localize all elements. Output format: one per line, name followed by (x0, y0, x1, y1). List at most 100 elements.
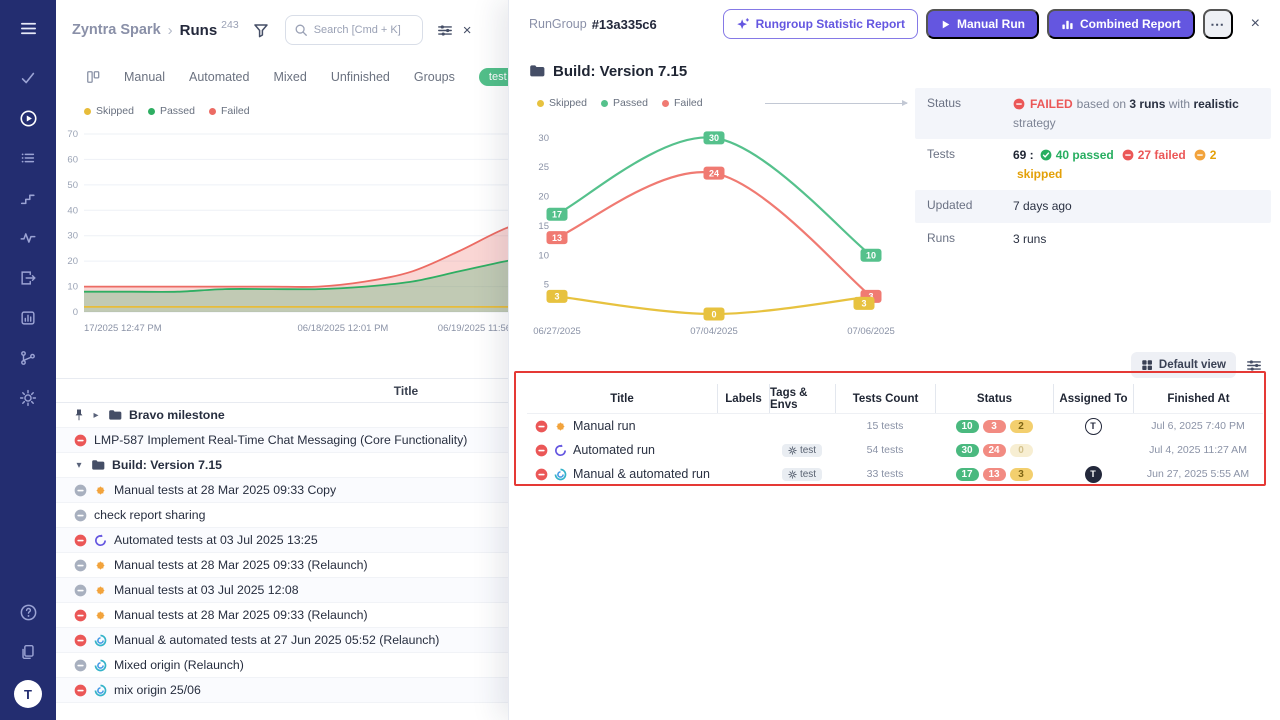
user-avatar-label: T (24, 687, 32, 702)
summary-updated-row: Updated 7 days ago (915, 190, 1271, 223)
column-header: Title (527, 384, 717, 413)
nav-documents-icon[interactable] (10, 634, 46, 670)
svg-text:3: 3 (554, 292, 559, 302)
user-avatar[interactable]: T (14, 680, 42, 708)
search-input[interactable] (314, 24, 414, 36)
svg-text:30: 30 (709, 133, 719, 143)
svg-text:15: 15 (538, 221, 549, 232)
svg-text:70: 70 (67, 129, 78, 140)
nav-help-icon[interactable] (10, 594, 46, 630)
run-title-link[interactable]: Automated run (573, 443, 655, 457)
panel-close-icon[interactable]: × (463, 22, 472, 39)
run-table-row[interactable]: Manual run15 tests1032TJul 6, 2025 7:40 … (527, 414, 1263, 438)
tests-count: 33 tests (835, 468, 935, 480)
finished-at: Jul 6, 2025 7:40 PM (1133, 420, 1263, 432)
runs-value: 3 runs (1013, 230, 1046, 249)
tests-label: Tests (927, 146, 1013, 183)
status-text: based on (1077, 97, 1126, 111)
summary-status-row: Status FAILEDbased on 3 runs with realis… (915, 88, 1271, 139)
tabs-view-icon[interactable] (86, 70, 100, 84)
nav-menu-icon[interactable] (10, 10, 46, 46)
nav-export-icon[interactable] (10, 260, 46, 296)
tests-passed: 40 passed (1056, 148, 1114, 162)
play-icon (940, 19, 951, 30)
legend-dot (662, 100, 669, 107)
run-type-automated-icon (94, 534, 107, 547)
badge-failed: 3 (983, 420, 1006, 433)
caret-right-icon[interactable]: ▸ (91, 410, 101, 421)
search-box[interactable] (285, 15, 423, 45)
tab-groups[interactable]: Groups (414, 70, 455, 84)
status-value: FAILEDbased on 3 runs with realistic str… (1013, 95, 1259, 132)
status-aborted-icon (74, 509, 87, 522)
legend-dot (601, 100, 608, 107)
nav-settings-icon[interactable] (10, 380, 46, 416)
run-title-link[interactable]: Manual run (573, 419, 636, 433)
rungroup-title: Build: Version 7.15 (553, 63, 687, 80)
run-type-mixed-icon (94, 659, 107, 672)
runs-label: Runs (927, 230, 1013, 249)
status-failed-icon (74, 684, 87, 697)
svg-text:30: 30 (67, 231, 78, 242)
column-header: Status (935, 384, 1053, 413)
panel-settings-icon[interactable] (437, 23, 453, 38)
nav-runs-icon[interactable] (10, 100, 46, 136)
legend-passed: Passed (601, 97, 648, 109)
nav-integrations-icon[interactable] (10, 340, 46, 376)
drawer-close-icon[interactable]: × (1247, 11, 1264, 37)
svg-text:40: 40 (67, 205, 78, 216)
badge-skipped: 3 (1010, 468, 1033, 481)
status-failed-text: FAILED (1030, 97, 1073, 111)
manual-run-button[interactable]: Manual Run (926, 9, 1039, 39)
nav-test-cases-icon[interactable] (10, 60, 46, 96)
badge-failed: 13 (983, 468, 1006, 481)
run-type-manual-icon (94, 609, 107, 622)
legend-dot (84, 108, 91, 115)
rungroup-chart-legend: SkippedPassedFailed (529, 96, 907, 110)
run-type-mixed-icon (554, 468, 567, 481)
failed-minus-icon (1122, 149, 1134, 161)
svg-text:0: 0 (711, 309, 716, 319)
nav-defects-icon[interactable] (10, 140, 46, 176)
run-title-link[interactable]: Manual & automated run (573, 467, 710, 481)
assignee-cell: T (1053, 418, 1133, 435)
run-table-row[interactable]: Automated runtest54 tests30240Jul 4, 202… (527, 438, 1263, 462)
rungroup-chart-block: SkippedPassedFailed 30252015105173010132… (529, 86, 907, 344)
manual-run-label: Manual Run (957, 17, 1025, 31)
breadcrumb-project[interactable]: Zyntra Spark (72, 22, 161, 38)
nav-activity-icon[interactable] (10, 220, 46, 256)
default-view-button[interactable]: Default view (1131, 352, 1236, 378)
folder-icon (108, 409, 122, 421)
tab-unfinished[interactable]: Unfinished (331, 70, 390, 84)
nav-milestones-icon[interactable] (10, 180, 46, 216)
search-icon (294, 23, 308, 37)
tag-badge: test (782, 444, 822, 457)
rungroup-statistic-report-button[interactable]: Rungroup Statistic Report (723, 9, 918, 39)
status-failed-icon (535, 468, 548, 481)
svg-text:06/27/2025: 06/27/2025 (533, 326, 581, 337)
status-text: with (1169, 97, 1190, 111)
table-settings-icon[interactable] (1246, 358, 1262, 373)
svg-text:13: 13 (552, 233, 562, 243)
nav-reports-icon[interactable] (10, 300, 46, 336)
svg-text:24: 24 (709, 168, 719, 178)
badge-skipped: 2 (1010, 420, 1033, 433)
svg-text:07/04/2025: 07/04/2025 (690, 326, 738, 337)
run-table-row[interactable]: Manual & automated runtest33 tests17133T… (527, 462, 1263, 486)
table-view-controls: Default view (527, 352, 1262, 378)
run-type-manual-icon (94, 584, 107, 597)
combined-report-button[interactable]: Combined Report (1047, 9, 1195, 39)
runs-table-body: Manual run15 tests1032TJul 6, 2025 7:40 … (527, 414, 1263, 486)
badge-passed: 17 (956, 468, 979, 481)
more-actions-button[interactable]: ⋯ (1203, 9, 1233, 39)
column-header: Finished At (1133, 384, 1263, 413)
breadcrumb-page[interactable]: Runs (180, 22, 218, 39)
tab-manual[interactable]: Manual (124, 70, 165, 84)
caret-down-icon[interactable]: ▾ (74, 460, 84, 471)
tab-automated[interactable]: Automated (189, 70, 249, 84)
tag-badge: test (782, 468, 822, 481)
tab-mixed[interactable]: Mixed (273, 70, 306, 84)
filter-icon[interactable] (253, 22, 269, 38)
rungroup-statistic-report-label: Rungroup Statistic Report (756, 17, 905, 31)
status-failed-icon (74, 534, 87, 547)
